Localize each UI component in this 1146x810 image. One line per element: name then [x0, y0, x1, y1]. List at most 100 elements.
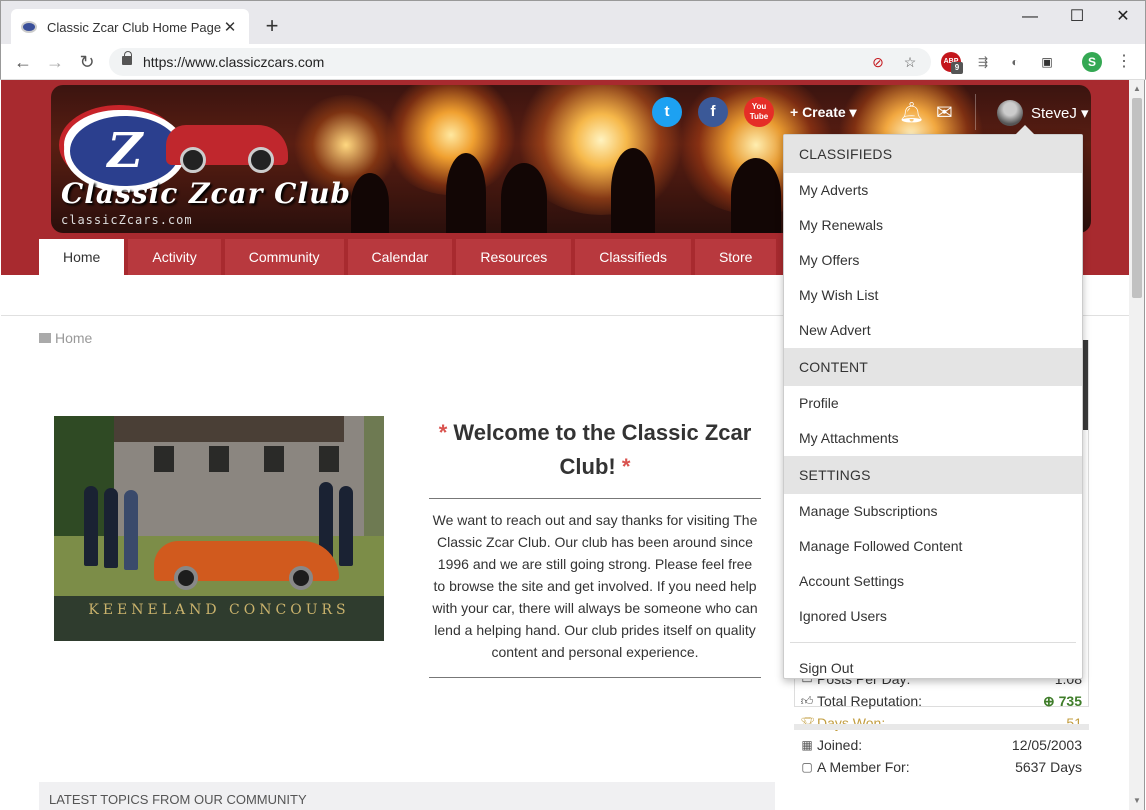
back-arrow-icon[interactable]: ← — [11, 50, 35, 74]
nav-tab-home[interactable]: Home — [39, 239, 125, 275]
menu-section-content: CONTENT — [784, 348, 1082, 386]
photo-window — [209, 446, 229, 472]
next-widget-edge — [794, 724, 1089, 730]
photo-car-wheel — [289, 566, 313, 590]
menu-item-new-advert[interactable]: New Advert — [784, 313, 1082, 348]
calendar-icon: ▦ — [801, 738, 813, 752]
create-menu-button[interactable]: + Create ▾ — [790, 104, 857, 121]
photo-car-wheel — [174, 566, 198, 590]
browser-titlebar: Classic Zcar Club Home Page ✕ + — ☐ ✕ — [0, 0, 1146, 45]
menu-item-manage-subscriptions[interactable]: Manage Subscriptions — [784, 494, 1082, 529]
stat-label: Joined: — [817, 737, 863, 753]
menu-item-my-renewals[interactable]: My Renewals — [784, 208, 1082, 243]
menu-separator — [790, 642, 1076, 643]
reload-icon[interactable]: ↻ — [75, 50, 99, 74]
tab-close-icon[interactable]: ✕ — [221, 18, 239, 36]
photo-window — [154, 446, 174, 472]
plus-circle-icon: ⊕ — [1043, 692, 1055, 709]
menu-item-profile[interactable]: Profile — [784, 386, 1082, 421]
user-menu-toggle[interactable]: SteveJ ▾ — [1031, 104, 1089, 122]
browser-toolbar: ← → ↻ https://www.classiczcars.com ⊘ ☆ A… — [0, 44, 1146, 80]
address-bar[interactable]: https://www.classiczcars.com ⊘ ☆ — [109, 48, 931, 76]
close-window-button[interactable]: ✕ — [1100, 5, 1146, 29]
circle-extension-icon[interactable]: ◐ — [1005, 52, 1025, 72]
minimize-button[interactable]: — — [1007, 5, 1053, 29]
photo-person — [339, 486, 353, 566]
welcome-block: * Welcome to the Classic Zcar Club! * We… — [429, 416, 761, 688]
menu-item-ignored-users[interactable]: Ignored Users — [784, 599, 1082, 634]
url-text: https://www.classiczcars.com — [143, 54, 325, 70]
bookmark-star-icon[interactable]: ☆ — [901, 53, 919, 71]
lock-icon — [122, 51, 132, 65]
usb-extension-icon[interactable]: ⇶ — [973, 52, 993, 72]
menu-item-my-wish-list[interactable]: My Wish List — [784, 278, 1082, 313]
menu-section-settings: SETTINGS — [784, 456, 1082, 494]
crowd-silhouette — [611, 148, 655, 233]
logo-domain: classicZcars.com — [61, 213, 193, 227]
nav-tab-store[interactable]: Store — [694, 239, 777, 275]
browser-menu-icon[interactable]: ⋮ — [1114, 52, 1134, 72]
menu-item-account-settings[interactable]: Account Settings — [784, 564, 1082, 599]
welcome-divider-top — [429, 498, 761, 499]
adblock-extension-icon[interactable]: ABP 9 — [941, 52, 963, 74]
stat-joined: ▦ Joined: 12/05/2003 — [800, 734, 1082, 756]
calendar-outline-icon: ▢ — [801, 760, 813, 774]
facebook-icon[interactable]: f — [698, 97, 728, 127]
crowd-silhouette — [446, 153, 486, 233]
menu-item-my-attachments[interactable]: My Attachments — [784, 421, 1082, 456]
browser-tab[interactable]: Classic Zcar Club Home Page ✕ — [11, 9, 249, 45]
photo-sign-text: KEENELAND CONCOURS — [54, 596, 384, 641]
photo-roof — [114, 416, 344, 442]
photo-window — [319, 446, 339, 472]
photo-person — [104, 488, 118, 568]
menu-item-manage-followed-content[interactable]: Manage Followed Content — [784, 529, 1082, 564]
nav-tab-activity[interactable]: Activity — [128, 239, 221, 275]
crowd-silhouette — [501, 163, 547, 233]
nav-tab-community[interactable]: Community — [224, 239, 344, 275]
menu-item-my-offers[interactable]: My Offers — [784, 243, 1082, 278]
header-divider — [975, 94, 976, 130]
notifications-bell-icon[interactable]: 🔔︎ — [899, 100, 924, 125]
stat-value: 5637 Days — [1015, 759, 1082, 775]
welcome-heading: Welcome to the Classic Zcar Club! — [453, 420, 752, 479]
screen-extension-icon[interactable]: ▣ — [1037, 52, 1057, 72]
logo-title[interactable]: Classic Zcar Club — [61, 177, 351, 210]
messages-envelope-icon[interactable]: ✉︎ — [936, 100, 953, 125]
youtube-icon[interactable]: You Tube — [744, 97, 774, 127]
welcome-title: * Welcome to the Classic Zcar Club! * — [429, 416, 761, 484]
forward-arrow-icon[interactable]: → — [43, 50, 67, 74]
scroll-up-arrow-icon[interactable]: ▲ — [1133, 84, 1141, 93]
page-scrollbar[interactable]: ▲ ▼ — [1129, 80, 1145, 810]
menu-item-sign-out[interactable]: Sign Out — [784, 651, 1082, 686]
nav-tab-classifieds[interactable]: Classifieds — [575, 239, 691, 275]
stat-label: Total Reputation: — [817, 693, 923, 709]
menu-item-my-adverts[interactable]: My Adverts — [784, 173, 1082, 208]
star-glyph: * — [621, 454, 631, 479]
nav-tab-resources[interactable]: Resources — [456, 239, 572, 275]
maximize-button[interactable]: ☐ — [1054, 5, 1100, 29]
stat-total-reputation: 👍︎ Total Reputation: ⊕ 735 — [800, 690, 1082, 712]
latest-topics-heading: LATEST TOPICS FROM OUR COMMUNITY — [39, 782, 775, 810]
blocked-cookie-icon[interactable]: ⊘ — [869, 53, 887, 71]
breadcrumb: Home — [39, 330, 92, 346]
tab-title: Classic Zcar Club Home Page — [47, 19, 221, 35]
adblock-count-badge: 9 — [951, 62, 963, 74]
star-glyph: * — [438, 420, 448, 445]
twitter-icon[interactable]: t — [652, 97, 682, 127]
breadcrumb-home-link[interactable]: Home — [55, 330, 92, 346]
user-dropdown-menu: CLASSIFIEDS My Adverts My Renewals My Of… — [783, 125, 1083, 679]
user-avatar[interactable] — [997, 100, 1023, 126]
scrollbar-thumb[interactable] — [1132, 98, 1142, 298]
feature-car-photo: KEENELAND CONCOURS — [54, 416, 384, 641]
nav-tab-calendar[interactable]: Calendar — [347, 239, 453, 275]
stat-member-for: ▢ A Member For: 5637 Days — [800, 756, 1082, 778]
new-tab-button[interactable]: + — [259, 13, 285, 39]
photo-person — [84, 486, 98, 566]
menu-section-classifieds: CLASSIFIEDS — [784, 135, 1082, 173]
scroll-down-arrow-icon[interactable]: ▼ — [1133, 796, 1141, 805]
welcome-divider-bottom — [429, 677, 761, 678]
club-logo-z-emblem[interactable] — [59, 105, 186, 192]
profile-avatar[interactable]: S — [1082, 52, 1102, 72]
photo-window — [264, 446, 284, 472]
crowd-silhouette — [351, 173, 389, 233]
